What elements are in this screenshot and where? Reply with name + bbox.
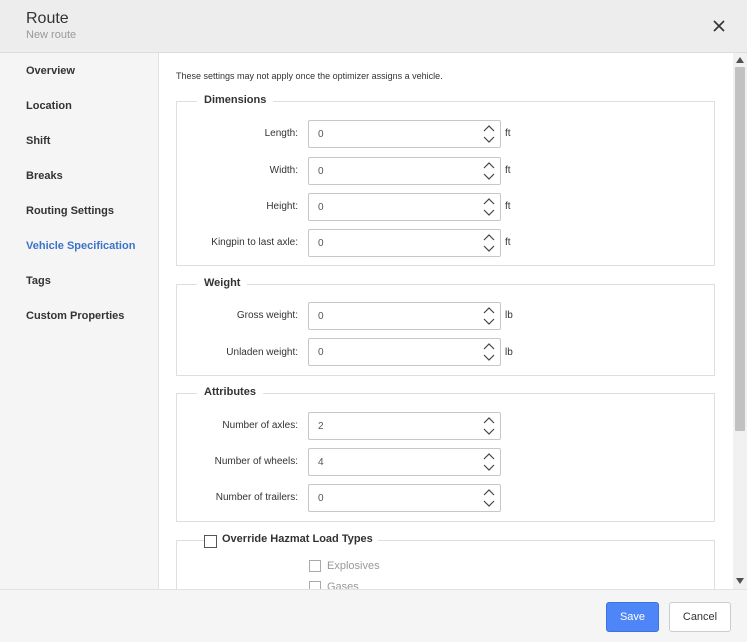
wheels-arrows [482, 451, 496, 473]
chevron-up-icon[interactable] [482, 196, 496, 207]
chevron-down-icon[interactable] [482, 207, 496, 218]
length-stepper[interactable] [308, 120, 501, 148]
height-stepper[interactable] [308, 193, 501, 221]
wheels-stepper[interactable] [308, 448, 501, 476]
kingpin-input[interactable] [309, 230, 474, 256]
wheels-input[interactable] [309, 449, 474, 475]
chevron-down-icon[interactable] [482, 134, 496, 145]
trailers-arrows [482, 487, 496, 509]
chevron-down-icon[interactable] [482, 462, 496, 473]
chevron-up-icon[interactable] [482, 232, 496, 243]
scrollbar-thumb[interactable] [735, 67, 745, 431]
gross-weight-unit: lb [505, 310, 513, 321]
unladen-weight-label: Unladen weight: [226, 347, 298, 358]
explosives-checkbox[interactable] [309, 560, 321, 572]
dialog-title: Route [26, 10, 69, 27]
axles-arrows [482, 415, 496, 437]
unladen-weight-arrows [482, 341, 496, 363]
sidebar-item-tags[interactable]: Tags [26, 275, 51, 287]
sidebar-item-vehicle-specification[interactable]: Vehicle Specification [26, 240, 135, 252]
close-button[interactable] [707, 14, 731, 38]
sidebar-nav: Overview Location Shift Breaks Routing S… [0, 53, 159, 589]
dialog-header: Route New route [0, 0, 747, 53]
kingpin-arrows [482, 232, 496, 254]
chevron-down-icon[interactable] [482, 498, 496, 509]
save-button[interactable]: Save [606, 602, 659, 632]
kingpin-unit: ft [505, 237, 511, 248]
length-label: Length: [264, 128, 298, 139]
weight-title: Weight [197, 277, 248, 289]
explosives-label: Explosives [327, 560, 380, 572]
chevron-down-icon[interactable] [482, 352, 496, 363]
chevron-up-icon[interactable] [482, 415, 496, 426]
kingpin-stepper[interactable] [308, 229, 501, 257]
sidebar-item-breaks[interactable]: Breaks [26, 170, 63, 182]
close-icon [713, 20, 725, 32]
sidebar-item-location[interactable]: Location [26, 100, 72, 112]
trailers-input[interactable] [309, 485, 474, 511]
chevron-up-icon[interactable] [482, 341, 496, 352]
sidebar-item-overview[interactable]: Overview [26, 65, 75, 77]
sidebar-item-shift[interactable]: Shift [26, 135, 50, 147]
length-input[interactable] [309, 121, 474, 147]
attributes-group: Attributes Number of axles: Number of wh… [176, 386, 715, 522]
height-arrows [482, 196, 496, 218]
dimensions-title: Dimensions [197, 94, 274, 106]
unladen-weight-input[interactable] [309, 339, 474, 365]
gross-weight-arrows [482, 305, 496, 327]
hazmat-title: Override Hazmat Load Types [217, 533, 378, 545]
scroll-down-icon[interactable] [736, 577, 744, 585]
chevron-down-icon[interactable] [482, 171, 496, 182]
unladen-weight-unit: lb [505, 347, 513, 358]
gases-checkbox[interactable] [309, 581, 321, 589]
gross-weight-input[interactable] [309, 303, 474, 329]
hazmat-override-checkbox[interactable] [204, 535, 217, 548]
sidebar-item-routing-settings[interactable]: Routing Settings [26, 205, 114, 217]
chevron-up-icon[interactable] [482, 160, 496, 171]
kingpin-label: Kingpin to last axle: [211, 237, 298, 248]
dimensions-group: Dimensions Length: ft Width: ft Height: [176, 94, 715, 266]
chevron-up-icon[interactable] [482, 123, 496, 134]
content-scrollbar[interactable] [733, 53, 747, 589]
scroll-up-icon[interactable] [736, 56, 744, 64]
weight-group: Weight Gross weight: lb Unladen weight: … [176, 277, 715, 376]
dialog-footer: Save Cancel [0, 589, 747, 642]
chevron-up-icon[interactable] [482, 305, 496, 316]
vehicle-spec-panel: These settings may not apply once the op… [159, 53, 733, 589]
axles-label: Number of axles: [222, 420, 298, 431]
chevron-down-icon[interactable] [482, 316, 496, 327]
width-arrows [482, 160, 496, 182]
dialog-subtitle: New route [26, 29, 77, 41]
wheels-label: Number of wheels: [214, 456, 298, 467]
chevron-down-icon[interactable] [482, 243, 496, 254]
width-label: Width: [269, 165, 298, 176]
trailers-label: Number of trailers: [215, 492, 298, 503]
gross-weight-label: Gross weight: [236, 310, 298, 321]
width-input[interactable] [309, 158, 474, 184]
chevron-down-icon[interactable] [482, 426, 496, 437]
gross-weight-stepper[interactable] [308, 302, 501, 330]
notice-text: These settings may not apply once the op… [176, 71, 443, 81]
height-input[interactable] [309, 194, 474, 220]
height-unit: ft [505, 201, 511, 212]
height-label: Height: [266, 201, 298, 212]
gases-label: Gases [327, 581, 359, 589]
unladen-weight-stepper[interactable] [308, 338, 501, 366]
trailers-stepper[interactable] [308, 484, 501, 512]
length-unit: ft [505, 128, 511, 139]
cancel-button[interactable]: Cancel [669, 602, 731, 632]
chevron-up-icon[interactable] [482, 451, 496, 462]
length-arrows [482, 123, 496, 145]
axles-stepper[interactable] [308, 412, 501, 440]
hazmat-group: Override Hazmat Load Types Explosives Ga… [176, 533, 715, 589]
width-unit: ft [505, 165, 511, 176]
axles-input[interactable] [309, 413, 474, 439]
sidebar-item-custom-properties[interactable]: Custom Properties [26, 310, 124, 322]
attributes-title: Attributes [197, 386, 263, 398]
width-stepper[interactable] [308, 157, 501, 185]
chevron-up-icon[interactable] [482, 487, 496, 498]
